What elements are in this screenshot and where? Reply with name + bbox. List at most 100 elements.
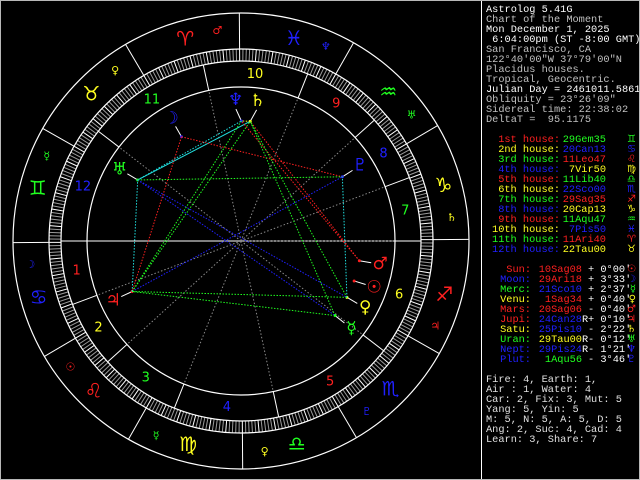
degree-tick (49, 221, 62, 224)
degree-tick (411, 179, 424, 185)
degree-tick (134, 390, 142, 402)
degree-tick (176, 59, 182, 72)
aspect-line-trine (131, 121, 251, 292)
degree-tick (270, 51, 274, 64)
degree-tick (59, 176, 72, 182)
planet-leader-line (354, 280, 366, 285)
degree-tick (84, 344, 95, 353)
degree-tick (414, 189, 427, 194)
degree-tick (260, 419, 263, 432)
ruler-icon: ☉ (65, 360, 75, 373)
degree-tick (288, 414, 293, 427)
degree-tick (92, 118, 103, 127)
aspect-line-trine (249, 121, 336, 316)
house-cusp-dotted (240, 186, 386, 242)
aspect-line-sextile (341, 176, 348, 298)
degree-tick (354, 379, 364, 390)
degree-tick (52, 273, 65, 277)
degree-tick (49, 254, 62, 257)
degree-tick (189, 55, 194, 68)
degree-tick (417, 202, 430, 206)
degree-tick (420, 225, 433, 228)
element-summary: Fire: 4, Earth: 1, Air : 1, Water: 4 Car: … (486, 375, 622, 445)
planet-leader-line (121, 291, 133, 298)
degree-tick (199, 53, 203, 66)
degree-tick (179, 411, 185, 424)
degree-tick (78, 337, 90, 345)
degree-tick (267, 51, 271, 64)
house-number: 7 (401, 204, 409, 219)
degree-tick (369, 106, 379, 116)
degree-tick (368, 366, 379, 377)
degree-tick (96, 359, 107, 369)
degree-tick (254, 420, 257, 433)
summary-line: Learn: 3, Share: 7 (486, 434, 598, 446)
degree-tick (381, 121, 392, 130)
degree-tick (345, 84, 354, 95)
degree-tick (248, 49, 251, 62)
degree-tick (106, 103, 116, 113)
degree-tick (285, 415, 290, 428)
degree-tick (366, 103, 377, 114)
degree-tick (126, 86, 135, 97)
house-cusp-dotted (96, 240, 242, 296)
degree-tick (276, 417, 280, 430)
degree-tick (377, 116, 388, 125)
chart-wheel: ♈ ♂♉♀♊☿♋☽♌☉♍☿ ♎♀♏♇♐♃♑♄♒♅♓ ♆123456789101112☉… (12, 12, 470, 470)
degree-tick (413, 291, 426, 297)
degree-tick (59, 300, 72, 306)
degree-tick (389, 132, 400, 140)
degree-tick (269, 418, 273, 431)
degree-tick (387, 129, 398, 138)
degree-tick (279, 416, 283, 429)
degree-tick (342, 82, 351, 94)
degree-tick (379, 118, 390, 128)
sign-boundary (406, 125, 438, 145)
degree-tick (264, 50, 267, 63)
aspect-line-square (181, 136, 343, 178)
house-cusp-line (297, 73, 309, 99)
house-cusp-dotted (240, 240, 274, 392)
degree-tick (347, 86, 356, 97)
degree-tick (420, 229, 433, 231)
degree-tick (51, 208, 64, 212)
house-cusp-dotted (240, 137, 356, 242)
degree-tick (342, 389, 350, 400)
degree-tick (205, 52, 209, 65)
degree-tick (51, 211, 64, 215)
degree-tick (192, 54, 197, 67)
sign-aries-icon: ♈ (176, 27, 194, 51)
degree-tick (97, 113, 107, 122)
degree-tick (373, 111, 384, 120)
degree-tick (50, 260, 63, 263)
planet-mercury-icon: ☿ (346, 319, 356, 339)
degree-tick (52, 205, 65, 209)
planet-position-list: Sun: 10Sag08 + 0°00' ☉ Moon: 29Ari18 + 3°33' ☽ M… (482, 265, 639, 366)
degree-tick (98, 362, 109, 371)
degree-tick (375, 360, 385, 369)
house-number: 1 (73, 263, 81, 278)
house-number: 8 (379, 146, 387, 161)
house-cusp-line (72, 294, 98, 305)
ruler-icon: ☽ (25, 258, 35, 271)
degree-tick (50, 266, 64, 270)
degree-tick (137, 392, 145, 404)
degree-tick (291, 413, 296, 426)
planet-neptune-icon: ♆ (228, 90, 243, 110)
planet-leader-line (359, 260, 372, 264)
ruler-icon: ♅ (407, 109, 417, 122)
planet-leader-line (235, 108, 242, 122)
degree-tick (55, 192, 67, 197)
degree-tick (416, 279, 429, 284)
degree-tick (410, 300, 423, 306)
degree-tick (420, 251, 433, 254)
house-cusp-dotted (118, 146, 242, 242)
degree-tick (385, 347, 396, 356)
degree-tick (339, 390, 348, 402)
degree-tick (103, 366, 113, 376)
degree-tick (364, 101, 374, 111)
degree-tick (417, 273, 430, 277)
degree-tick (123, 383, 132, 394)
planet-pluto-icon: ♇ (352, 156, 367, 176)
degree-tick (257, 420, 260, 433)
